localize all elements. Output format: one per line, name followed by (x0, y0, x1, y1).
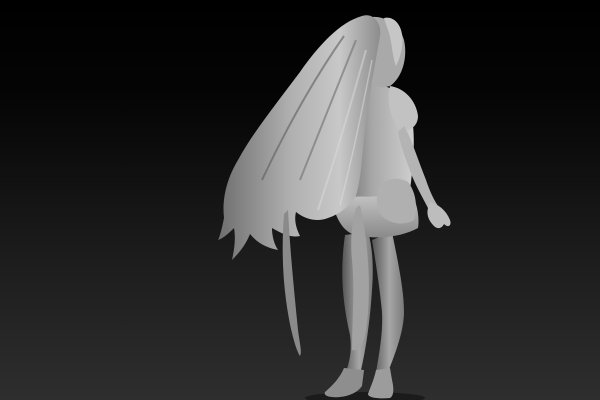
right-hand (427, 202, 451, 229)
clay-figure (218, 15, 451, 400)
ground-shadow (305, 392, 425, 400)
right-boot (368, 368, 394, 399)
right-leg (372, 232, 404, 372)
render-viewport (0, 0, 600, 400)
